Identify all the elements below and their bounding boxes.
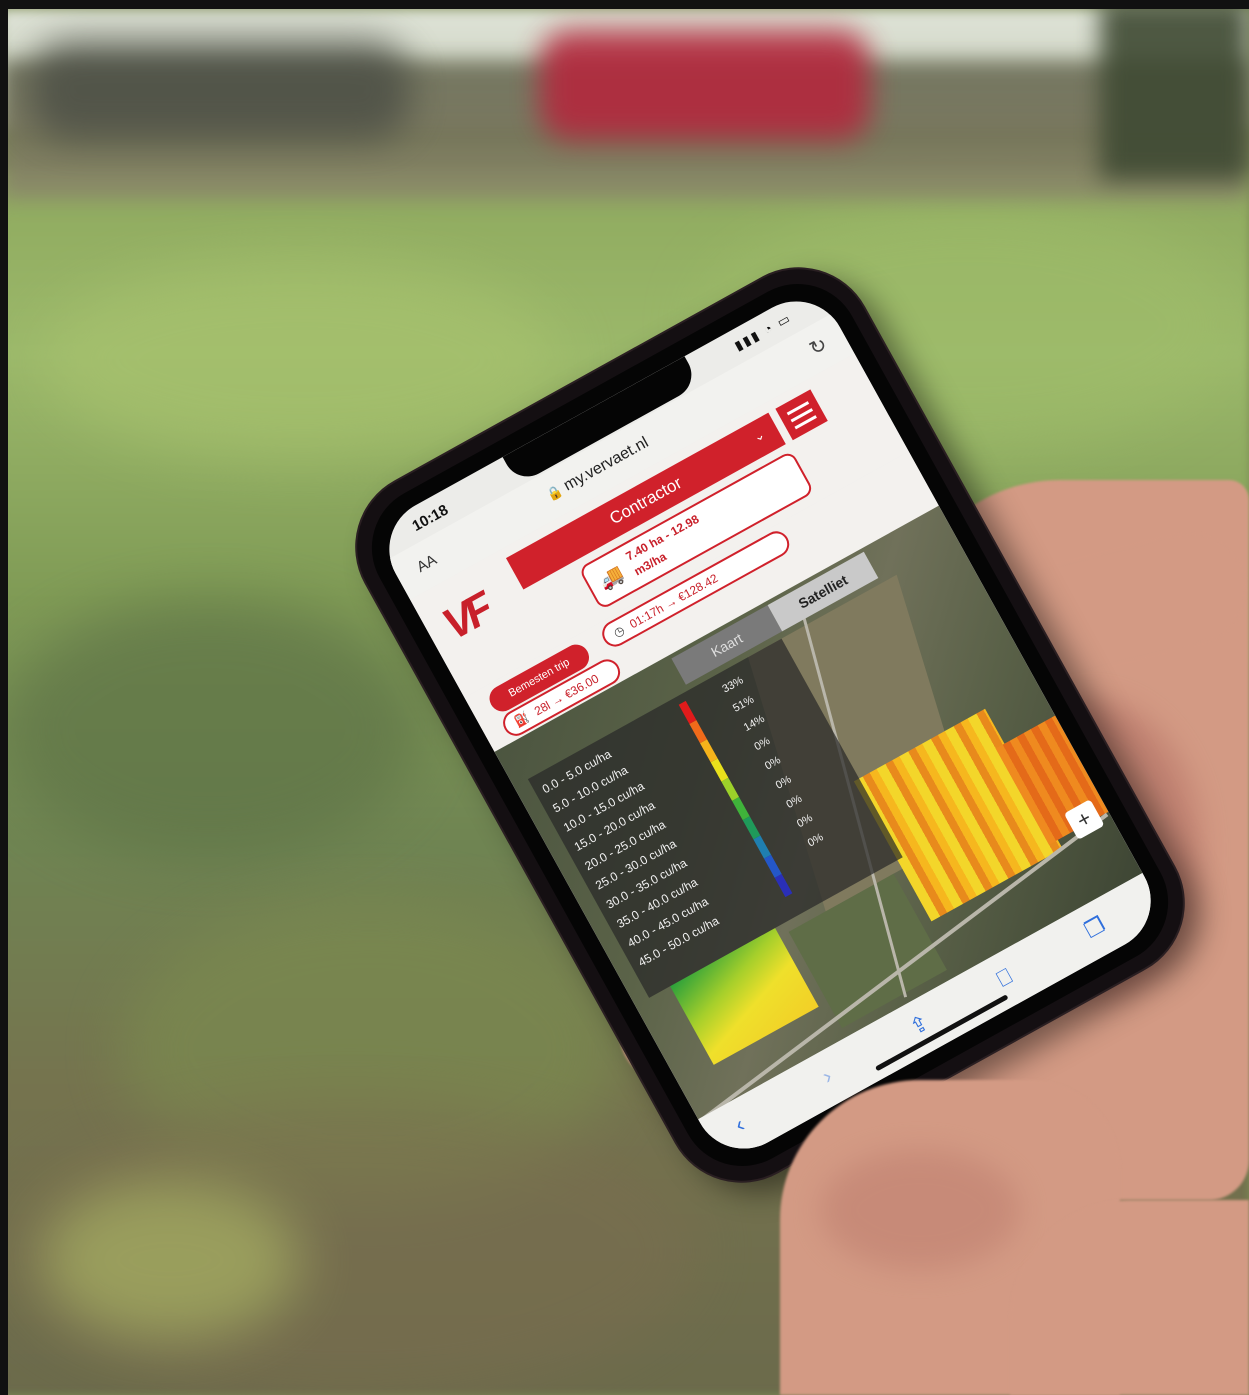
vervaet-logo[interactable]: VF <box>435 585 498 650</box>
reload-icon[interactable]: ↻ <box>805 332 832 362</box>
grass-highlight <box>40 260 560 460</box>
chevron-down-icon: ⌄ <box>750 426 768 445</box>
legend-color-swatch <box>774 874 793 898</box>
legend-color-scale <box>678 700 793 898</box>
hand-shadow <box>820 1150 1020 1270</box>
back-icon[interactable]: ‹ <box>730 1112 749 1138</box>
frame-edge <box>0 0 8 1395</box>
lock-icon: 🔒 <box>543 482 566 504</box>
truck-icon: 🚚 <box>595 562 628 595</box>
tractor-silhouette <box>30 40 410 140</box>
text-size-button[interactable]: AA <box>414 551 440 576</box>
hamburger-menu-button[interactable] <box>775 389 828 441</box>
tabs-icon[interactable]: ❐ <box>1080 912 1110 944</box>
red-machine-silhouette <box>540 30 870 140</box>
grass-shadow <box>0 600 420 860</box>
forward-icon[interactable]: › <box>818 1063 837 1089</box>
fuel-pump-icon: ⛽ <box>511 709 532 730</box>
tree-silhouette <box>1100 0 1249 180</box>
frame-edge <box>0 0 1249 9</box>
grass-highlight <box>40 1180 300 1340</box>
bookmarks-icon[interactable]: ⎕ <box>993 963 1017 992</box>
clock-icon: ◷ <box>610 622 627 641</box>
